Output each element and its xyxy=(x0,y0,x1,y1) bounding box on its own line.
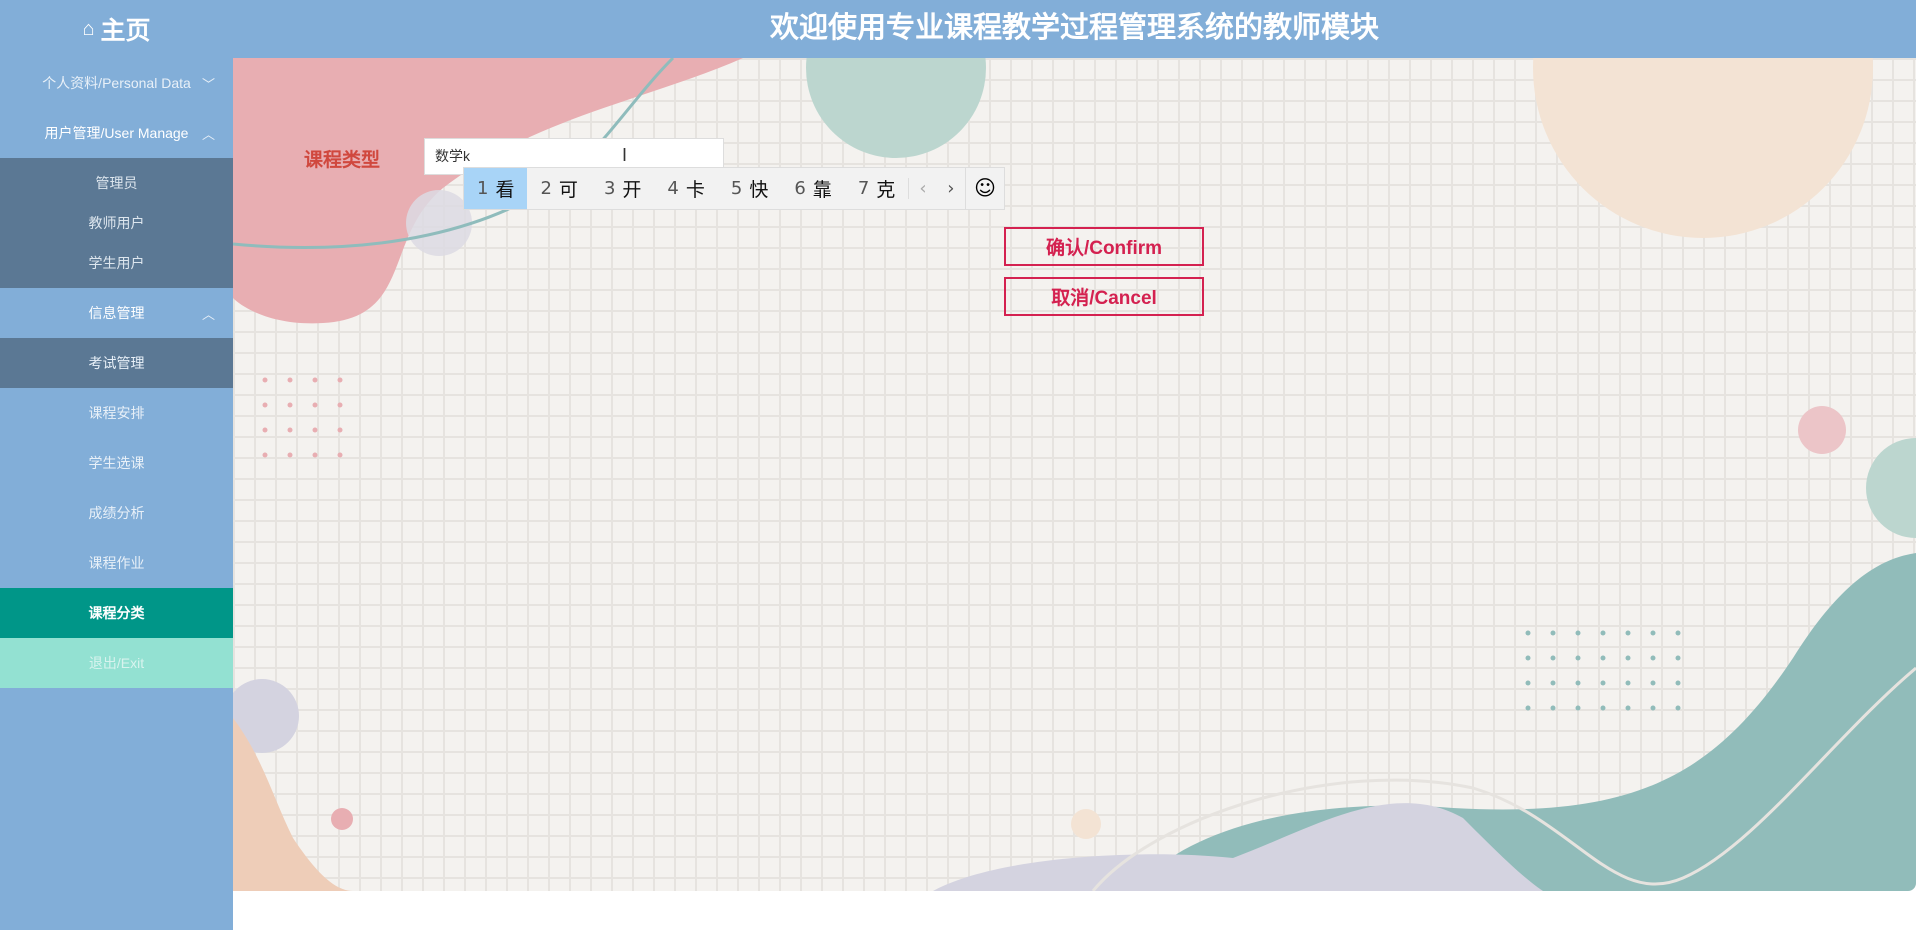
ime-candidate[interactable]: 6靠 xyxy=(781,168,844,209)
decor-dot xyxy=(312,427,318,433)
home-icon: ⌂ xyxy=(82,17,95,40)
sidebar-item-user-manage[interactable]: 用户管理/User Manage ︿ xyxy=(0,108,233,158)
decor-dot xyxy=(262,377,268,383)
sidebar-item-label: 用户管理/User Manage xyxy=(44,125,189,141)
candidate-number: 7 xyxy=(857,178,870,199)
emoji-icon[interactable]: ☺ xyxy=(965,168,1004,209)
candidate-char: 看 xyxy=(495,179,515,201)
decor-dot xyxy=(1600,655,1606,661)
candidate-char: 开 xyxy=(622,179,642,201)
sidebar-item-exit[interactable]: 退出/Exit xyxy=(0,638,233,688)
decor-dot xyxy=(312,452,318,458)
sidebar-item-homework[interactable]: 课程作业 xyxy=(0,538,233,588)
decor-dot xyxy=(287,402,293,408)
decor-dot xyxy=(1625,655,1631,661)
decor-dot xyxy=(262,452,268,458)
decor-dot xyxy=(1575,655,1581,661)
decor-dot xyxy=(1575,630,1581,636)
decor-dot xyxy=(1625,705,1631,711)
decor-dot xyxy=(1625,630,1631,636)
decor-dot xyxy=(1650,655,1656,661)
sidebar-item-label: 信息管理 xyxy=(88,305,145,321)
decor-dot xyxy=(1575,705,1581,711)
decor-dot xyxy=(337,452,343,458)
sidebar-item-info-manage[interactable]: 信息管理 ︿ xyxy=(0,288,233,338)
decor-dot xyxy=(1675,705,1681,711)
decor-dot xyxy=(1600,630,1606,636)
candidate-number: 2 xyxy=(540,178,552,199)
decor-dot xyxy=(337,377,343,383)
sidebar-item-schedule[interactable]: 课程安排 xyxy=(0,388,233,438)
decor-dot xyxy=(1550,705,1556,711)
ime-candidate-bar: 1看 2可 3开 4卡 5快 6靠 7克 ‹ › ☺ xyxy=(463,167,1005,210)
decor-dot xyxy=(1675,680,1681,686)
decor-dot xyxy=(1525,630,1531,636)
course-type-label: 课程类型 xyxy=(304,150,381,171)
ime-next-page-icon[interactable]: › xyxy=(937,178,965,199)
sidebar-item-admin[interactable]: 管理员 xyxy=(0,163,233,203)
decor-dot xyxy=(1525,705,1531,711)
text-cursor-icon: I xyxy=(622,145,628,165)
candidate-number: 1 xyxy=(477,178,489,199)
decor-dot xyxy=(1550,680,1556,686)
decor-dot xyxy=(312,402,318,408)
decor-dot xyxy=(1550,630,1556,636)
top-header: ⌂ 主页 欢迎使用专业课程教学过程管理系统的教师模块 xyxy=(0,0,1916,58)
ime-candidate[interactable]: 7克 xyxy=(845,168,908,209)
chevron-up-icon: ︿ xyxy=(201,306,215,322)
ime-candidate[interactable]: 5快 xyxy=(718,168,781,209)
decor-dot xyxy=(287,427,293,433)
decor-dot xyxy=(337,427,343,433)
page-title: 欢迎使用专业课程教学过程管理系统的教师模块 xyxy=(769,12,1379,44)
chevron-up-icon: ︿ xyxy=(201,126,215,142)
candidate-char: 快 xyxy=(749,179,769,201)
sidebar-item-student-users[interactable]: 学生用户 xyxy=(0,243,233,283)
decor-dot xyxy=(1550,655,1556,661)
candidate-number: 6 xyxy=(794,178,806,199)
decor-dot xyxy=(1675,655,1681,661)
decor-dot xyxy=(1650,680,1656,686)
decor-dot xyxy=(1650,705,1656,711)
candidate-char: 克 xyxy=(876,179,896,201)
candidate-char: 卡 xyxy=(685,179,705,201)
sidebar-item-personal-data[interactable]: 个人资料/Personal Data ﹀ xyxy=(0,58,233,108)
sidebar-item-course-category[interactable]: 课程分类 xyxy=(0,588,233,638)
decor-dot xyxy=(1525,655,1531,661)
decor-dot xyxy=(262,427,268,433)
decor-dot xyxy=(1575,680,1581,686)
ime-candidate[interactable]: 4卡 xyxy=(654,168,717,209)
ime-candidate[interactable]: 3开 xyxy=(591,168,654,209)
sidebar-item-grade-analysis[interactable]: 成绩分析 xyxy=(0,488,233,538)
decor-dot xyxy=(287,377,293,383)
chevron-down-icon: ﹀ xyxy=(201,76,215,92)
ime-candidate[interactable]: 1看 xyxy=(464,168,528,209)
home-link[interactable]: ⌂ 主页 xyxy=(0,0,233,58)
sidebar-item-course-selection[interactable]: 学生选课 xyxy=(0,438,233,488)
user-submenu: 管理员 教师用户 学生用户 xyxy=(0,158,233,288)
decor-dot xyxy=(262,402,268,408)
decor-dot xyxy=(1625,680,1631,686)
candidate-number: 4 xyxy=(667,178,679,199)
decor-dot xyxy=(337,402,343,408)
ime-candidate[interactable]: 2可 xyxy=(527,168,590,209)
decor-dot xyxy=(1525,680,1531,686)
decor-dot xyxy=(1600,680,1606,686)
decor-dot xyxy=(1600,705,1606,711)
sidebar: 个人资料/Personal Data ﹀ 用户管理/User Manage ︿ 管理… xyxy=(0,58,233,930)
decor-dot xyxy=(312,377,318,383)
candidate-char: 靠 xyxy=(812,179,832,201)
candidate-char: 可 xyxy=(558,179,578,201)
ime-prev-page-icon[interactable]: ‹ xyxy=(908,178,936,199)
sidebar-item-exam[interactable]: 考试管理 xyxy=(0,338,233,388)
confirm-button[interactable]: 确认/Confirm xyxy=(1004,227,1204,266)
candidate-number: 5 xyxy=(730,178,743,199)
sidebar-item-teacher-users[interactable]: 教师用户 xyxy=(0,203,233,243)
decor-dot xyxy=(1650,630,1656,636)
sidebar-item-label: 个人资料/Personal Data xyxy=(42,75,191,91)
decor-dot xyxy=(287,452,293,458)
cancel-button[interactable]: 取消/Cancel xyxy=(1004,277,1204,316)
decor-dot xyxy=(1675,630,1681,636)
home-label: 主页 xyxy=(100,17,151,45)
candidate-number: 3 xyxy=(603,178,616,199)
